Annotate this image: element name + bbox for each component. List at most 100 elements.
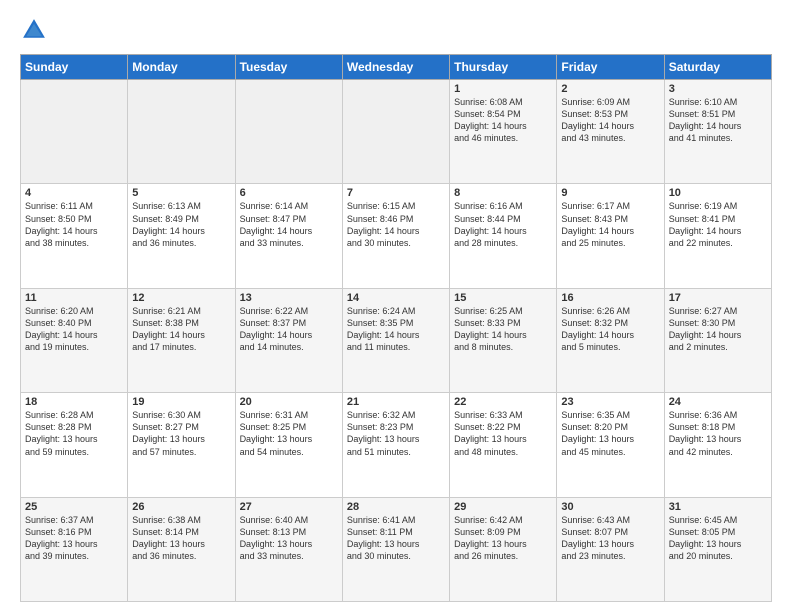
day-info: Sunrise: 6:27 AM Sunset: 8:30 PM Dayligh… <box>669 305 767 354</box>
header-cell-sunday: Sunday <box>21 55 128 80</box>
day-number: 31 <box>669 501 767 513</box>
day-number: 2 <box>561 83 659 95</box>
day-info: Sunrise: 6:41 AM Sunset: 8:11 PM Dayligh… <box>347 514 445 563</box>
day-info: Sunrise: 6:45 AM Sunset: 8:05 PM Dayligh… <box>669 514 767 563</box>
calendar-cell <box>342 80 449 184</box>
page: SundayMondayTuesdayWednesdayThursdayFrid… <box>0 0 792 612</box>
calendar-cell: 12Sunrise: 6:21 AM Sunset: 8:38 PM Dayli… <box>128 288 235 392</box>
day-number: 30 <box>561 501 659 513</box>
calendar-cell: 21Sunrise: 6:32 AM Sunset: 8:23 PM Dayli… <box>342 393 449 497</box>
day-info: Sunrise: 6:25 AM Sunset: 8:33 PM Dayligh… <box>454 305 552 354</box>
day-info: Sunrise: 6:14 AM Sunset: 8:47 PM Dayligh… <box>240 200 338 249</box>
day-number: 28 <box>347 501 445 513</box>
day-number: 17 <box>669 292 767 304</box>
header-cell-friday: Friday <box>557 55 664 80</box>
calendar-cell: 8Sunrise: 6:16 AM Sunset: 8:44 PM Daylig… <box>450 184 557 288</box>
day-info: Sunrise: 6:35 AM Sunset: 8:20 PM Dayligh… <box>561 409 659 458</box>
day-info: Sunrise: 6:21 AM Sunset: 8:38 PM Dayligh… <box>132 305 230 354</box>
day-number: 6 <box>240 187 338 199</box>
day-number: 15 <box>454 292 552 304</box>
header-cell-thursday: Thursday <box>450 55 557 80</box>
calendar-cell <box>128 80 235 184</box>
day-info: Sunrise: 6:16 AM Sunset: 8:44 PM Dayligh… <box>454 200 552 249</box>
calendar-cell: 15Sunrise: 6:25 AM Sunset: 8:33 PM Dayli… <box>450 288 557 392</box>
calendar-cell: 6Sunrise: 6:14 AM Sunset: 8:47 PM Daylig… <box>235 184 342 288</box>
header-cell-tuesday: Tuesday <box>235 55 342 80</box>
calendar-cell: 13Sunrise: 6:22 AM Sunset: 8:37 PM Dayli… <box>235 288 342 392</box>
calendar-cell: 26Sunrise: 6:38 AM Sunset: 8:14 PM Dayli… <box>128 497 235 601</box>
week-row-0: 1Sunrise: 6:08 AM Sunset: 8:54 PM Daylig… <box>21 80 772 184</box>
calendar-cell: 3Sunrise: 6:10 AM Sunset: 8:51 PM Daylig… <box>664 80 771 184</box>
calendar-cell: 18Sunrise: 6:28 AM Sunset: 8:28 PM Dayli… <box>21 393 128 497</box>
day-number: 8 <box>454 187 552 199</box>
calendar-cell: 25Sunrise: 6:37 AM Sunset: 8:16 PM Dayli… <box>21 497 128 601</box>
day-info: Sunrise: 6:10 AM Sunset: 8:51 PM Dayligh… <box>669 96 767 145</box>
logo <box>20 16 52 44</box>
calendar-cell: 7Sunrise: 6:15 AM Sunset: 8:46 PM Daylig… <box>342 184 449 288</box>
calendar-cell: 14Sunrise: 6:24 AM Sunset: 8:35 PM Dayli… <box>342 288 449 392</box>
week-row-3: 18Sunrise: 6:28 AM Sunset: 8:28 PM Dayli… <box>21 393 772 497</box>
day-info: Sunrise: 6:24 AM Sunset: 8:35 PM Dayligh… <box>347 305 445 354</box>
day-info: Sunrise: 6:19 AM Sunset: 8:41 PM Dayligh… <box>669 200 767 249</box>
day-number: 21 <box>347 396 445 408</box>
calendar-cell: 17Sunrise: 6:27 AM Sunset: 8:30 PM Dayli… <box>664 288 771 392</box>
week-row-2: 11Sunrise: 6:20 AM Sunset: 8:40 PM Dayli… <box>21 288 772 392</box>
day-number: 3 <box>669 83 767 95</box>
day-info: Sunrise: 6:33 AM Sunset: 8:22 PM Dayligh… <box>454 409 552 458</box>
logo-icon <box>20 16 48 44</box>
day-number: 22 <box>454 396 552 408</box>
calendar-cell: 19Sunrise: 6:30 AM Sunset: 8:27 PM Dayli… <box>128 393 235 497</box>
day-number: 27 <box>240 501 338 513</box>
day-number: 1 <box>454 83 552 95</box>
day-number: 29 <box>454 501 552 513</box>
calendar-cell: 28Sunrise: 6:41 AM Sunset: 8:11 PM Dayli… <box>342 497 449 601</box>
day-info: Sunrise: 6:09 AM Sunset: 8:53 PM Dayligh… <box>561 96 659 145</box>
day-number: 10 <box>669 187 767 199</box>
day-info: Sunrise: 6:43 AM Sunset: 8:07 PM Dayligh… <box>561 514 659 563</box>
day-info: Sunrise: 6:17 AM Sunset: 8:43 PM Dayligh… <box>561 200 659 249</box>
day-info: Sunrise: 6:28 AM Sunset: 8:28 PM Dayligh… <box>25 409 123 458</box>
day-info: Sunrise: 6:40 AM Sunset: 8:13 PM Dayligh… <box>240 514 338 563</box>
header-cell-monday: Monday <box>128 55 235 80</box>
calendar-cell <box>21 80 128 184</box>
day-number: 16 <box>561 292 659 304</box>
calendar-header: SundayMondayTuesdayWednesdayThursdayFrid… <box>21 55 772 80</box>
calendar-cell: 22Sunrise: 6:33 AM Sunset: 8:22 PM Dayli… <box>450 393 557 497</box>
week-row-1: 4Sunrise: 6:11 AM Sunset: 8:50 PM Daylig… <box>21 184 772 288</box>
day-info: Sunrise: 6:11 AM Sunset: 8:50 PM Dayligh… <box>25 200 123 249</box>
day-info: Sunrise: 6:38 AM Sunset: 8:14 PM Dayligh… <box>132 514 230 563</box>
day-info: Sunrise: 6:15 AM Sunset: 8:46 PM Dayligh… <box>347 200 445 249</box>
day-number: 4 <box>25 187 123 199</box>
calendar-cell: 23Sunrise: 6:35 AM Sunset: 8:20 PM Dayli… <box>557 393 664 497</box>
day-number: 11 <box>25 292 123 304</box>
calendar-cell: 20Sunrise: 6:31 AM Sunset: 8:25 PM Dayli… <box>235 393 342 497</box>
day-info: Sunrise: 6:08 AM Sunset: 8:54 PM Dayligh… <box>454 96 552 145</box>
week-row-4: 25Sunrise: 6:37 AM Sunset: 8:16 PM Dayli… <box>21 497 772 601</box>
day-number: 9 <box>561 187 659 199</box>
calendar-cell: 2Sunrise: 6:09 AM Sunset: 8:53 PM Daylig… <box>557 80 664 184</box>
header-row: SundayMondayTuesdayWednesdayThursdayFrid… <box>21 55 772 80</box>
calendar-cell: 9Sunrise: 6:17 AM Sunset: 8:43 PM Daylig… <box>557 184 664 288</box>
calendar-cell: 24Sunrise: 6:36 AM Sunset: 8:18 PM Dayli… <box>664 393 771 497</box>
calendar-cell: 31Sunrise: 6:45 AM Sunset: 8:05 PM Dayli… <box>664 497 771 601</box>
header-cell-wednesday: Wednesday <box>342 55 449 80</box>
day-number: 5 <box>132 187 230 199</box>
day-info: Sunrise: 6:13 AM Sunset: 8:49 PM Dayligh… <box>132 200 230 249</box>
calendar-table: SundayMondayTuesdayWednesdayThursdayFrid… <box>20 54 772 602</box>
day-info: Sunrise: 6:30 AM Sunset: 8:27 PM Dayligh… <box>132 409 230 458</box>
day-number: 25 <box>25 501 123 513</box>
day-info: Sunrise: 6:37 AM Sunset: 8:16 PM Dayligh… <box>25 514 123 563</box>
calendar-cell: 27Sunrise: 6:40 AM Sunset: 8:13 PM Dayli… <box>235 497 342 601</box>
day-number: 26 <box>132 501 230 513</box>
day-number: 23 <box>561 396 659 408</box>
day-info: Sunrise: 6:22 AM Sunset: 8:37 PM Dayligh… <box>240 305 338 354</box>
calendar-body: 1Sunrise: 6:08 AM Sunset: 8:54 PM Daylig… <box>21 80 772 602</box>
day-number: 7 <box>347 187 445 199</box>
calendar-cell: 5Sunrise: 6:13 AM Sunset: 8:49 PM Daylig… <box>128 184 235 288</box>
calendar-cell: 1Sunrise: 6:08 AM Sunset: 8:54 PM Daylig… <box>450 80 557 184</box>
calendar-cell <box>235 80 342 184</box>
header-cell-saturday: Saturday <box>664 55 771 80</box>
day-info: Sunrise: 6:32 AM Sunset: 8:23 PM Dayligh… <box>347 409 445 458</box>
calendar-cell: 16Sunrise: 6:26 AM Sunset: 8:32 PM Dayli… <box>557 288 664 392</box>
calendar-cell: 4Sunrise: 6:11 AM Sunset: 8:50 PM Daylig… <box>21 184 128 288</box>
